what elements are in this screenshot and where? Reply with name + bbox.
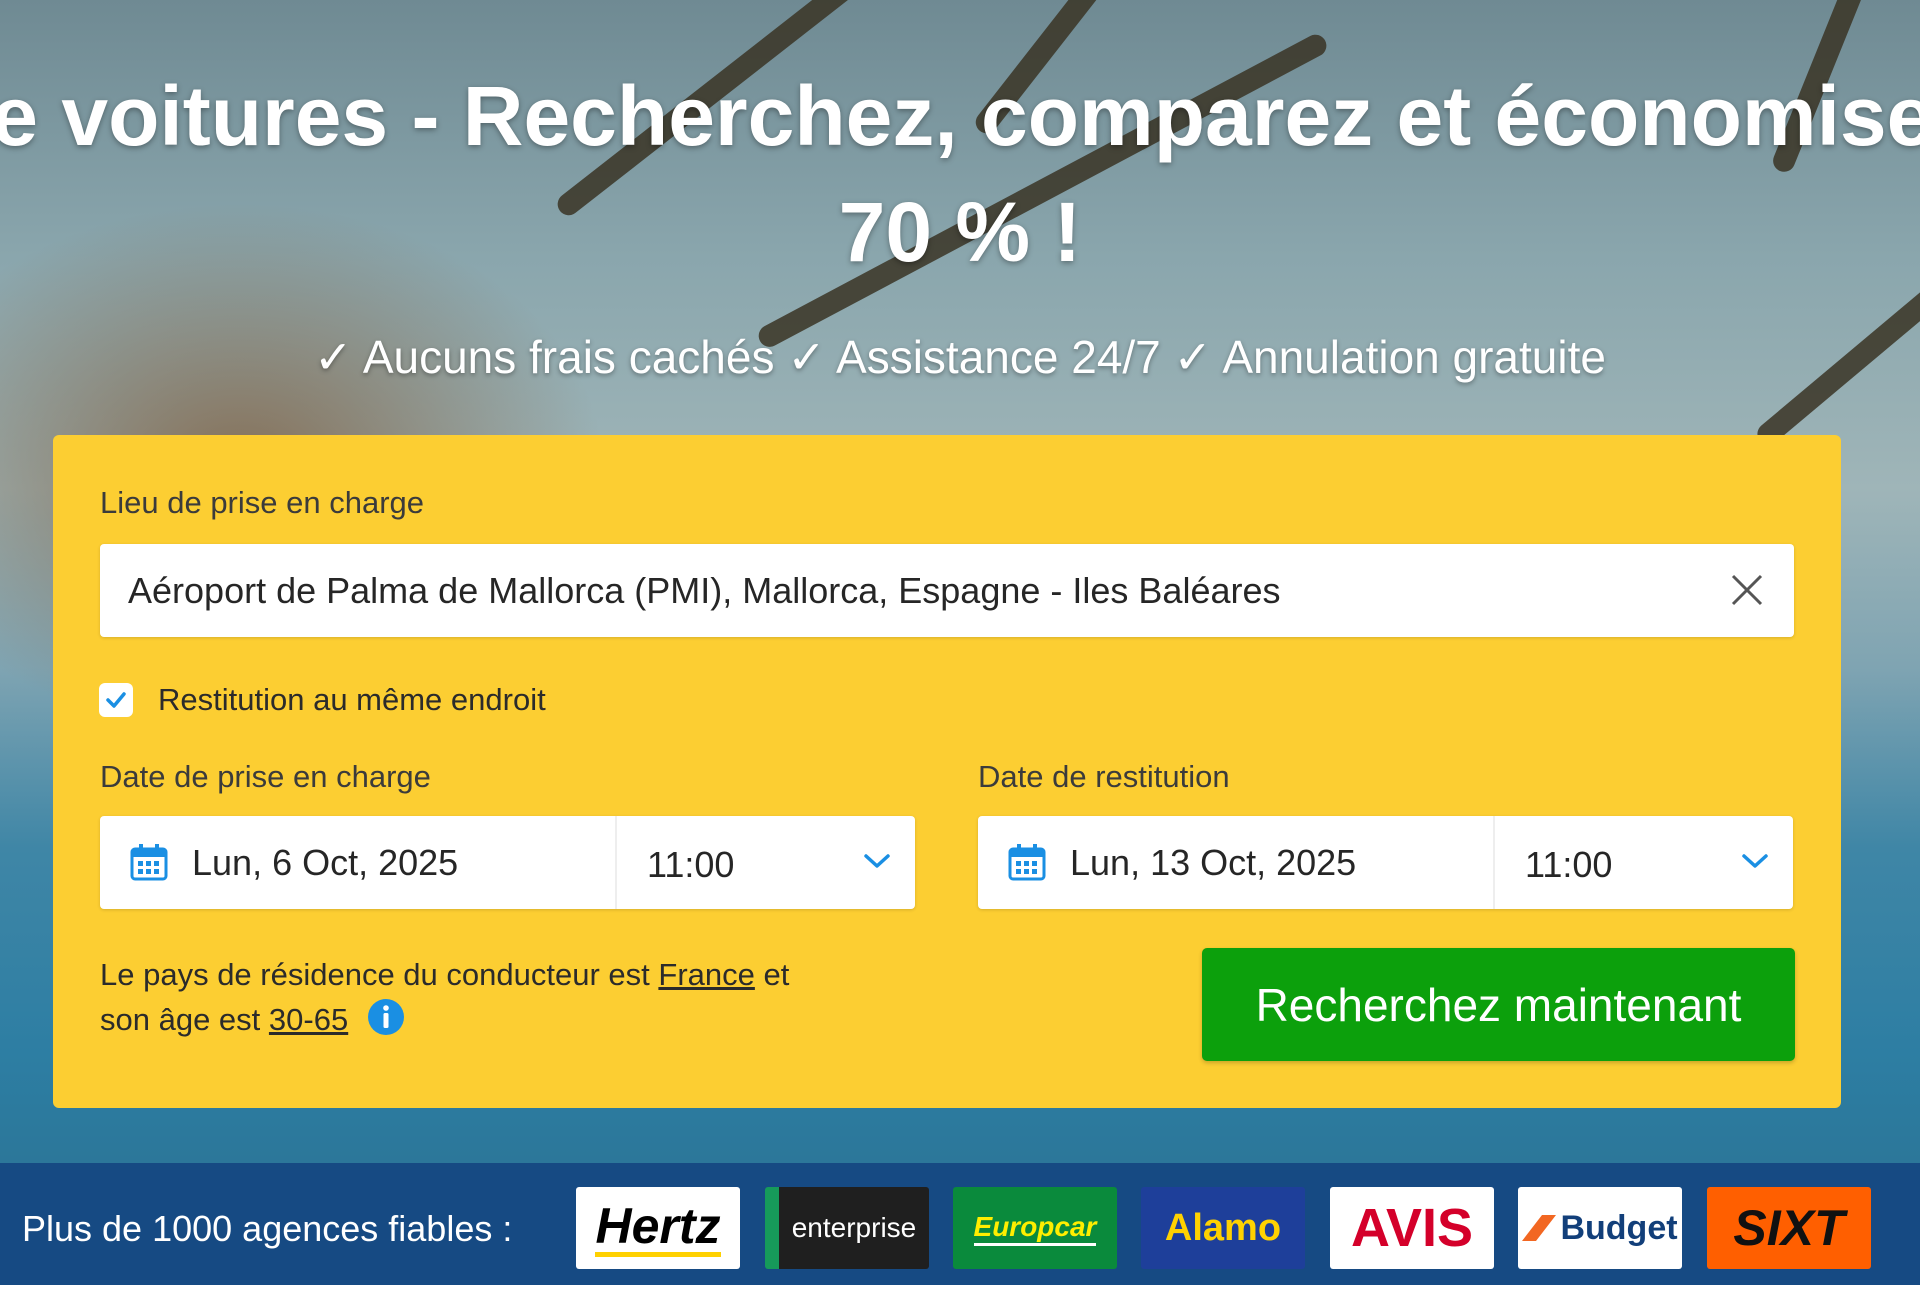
- residence-text-and: et: [763, 957, 790, 992]
- logo-enterprise[interactable]: enterprise: [765, 1187, 929, 1269]
- same-location-checkbox[interactable]: [99, 683, 133, 717]
- age-text: son âge est: [100, 1002, 261, 1037]
- hero-benefits: ✓ Aucuns frais cachés ✓ Assistance 24/7 …: [314, 331, 1606, 383]
- chevron-down-icon[interactable]: [863, 850, 891, 872]
- pickup-date-value[interactable]: Lun, 6 Oct, 2025: [192, 816, 458, 909]
- same-location-label[interactable]: Restitution au même endroit: [158, 682, 546, 718]
- pickup-datetime-field[interactable]: Lun, 6 Oct, 2025 11:00: [100, 816, 915, 909]
- hero-headline: de voitures - Recherchez, comparez et éc…: [0, 58, 1920, 290]
- pickup-location-value[interactable]: Aéroport de Palma de Mallorca (PMI), Mal…: [128, 544, 1281, 637]
- driver-residence-info: Le pays de résidence du conducteur est F…: [100, 952, 860, 1042]
- field-divider: [1493, 816, 1495, 909]
- pickup-date-label: Date de prise en charge: [100, 759, 431, 794]
- residence-country-link[interactable]: France: [658, 957, 754, 992]
- logo-europcar[interactable]: Europcar: [953, 1187, 1117, 1269]
- calendar-icon: [1008, 844, 1046, 881]
- clear-location-icon[interactable]: [1728, 571, 1766, 609]
- logo-avis[interactable]: AVIS: [1330, 1187, 1494, 1269]
- hero-title-line2: 70 % !: [838, 185, 1082, 279]
- pickup-location-input[interactable]: Aéroport de Palma de Mallorca (PMI), Mal…: [100, 544, 1794, 637]
- logo-budget[interactable]: Budget: [1518, 1187, 1682, 1269]
- return-date-label: Date de restitution: [978, 759, 1230, 794]
- pickup-location-label: Lieu de prise en charge: [100, 485, 425, 520]
- chevron-down-icon[interactable]: [1741, 850, 1769, 872]
- age-range-link[interactable]: 30-65: [269, 1002, 348, 1037]
- budget-mark-icon: [1522, 1215, 1557, 1241]
- partner-agencies-bar: Plus de 1000 agences fiables : Hertz ent…: [0, 1163, 1920, 1285]
- search-now-button[interactable]: Recherchez maintenant: [1202, 948, 1795, 1061]
- partner-agencies-label: Plus de 1000 agences fiables :: [22, 1208, 513, 1249]
- residence-text: Le pays de résidence du conducteur est: [100, 957, 650, 992]
- search-form-panel: Lieu de prise en charge Aéroport de Palm…: [53, 435, 1841, 1108]
- logo-hertz[interactable]: Hertz: [576, 1187, 740, 1269]
- logo-sixt[interactable]: SIXT: [1707, 1187, 1871, 1269]
- pickup-time-select[interactable]: 11:00: [647, 818, 734, 911]
- return-datetime-field[interactable]: Lun, 13 Oct, 2025 11:00: [978, 816, 1793, 909]
- calendar-icon: [130, 844, 168, 881]
- hero-title-line1: de voitures - Recherchez, comparez et éc…: [0, 69, 1920, 163]
- return-time-select[interactable]: 11:00: [1525, 818, 1612, 911]
- return-date-value[interactable]: Lun, 13 Oct, 2025: [1070, 816, 1356, 909]
- logo-alamo[interactable]: Alamo: [1141, 1187, 1305, 1269]
- info-icon[interactable]: [367, 998, 405, 1036]
- field-divider: [615, 816, 617, 909]
- checkmark-icon: [106, 692, 126, 708]
